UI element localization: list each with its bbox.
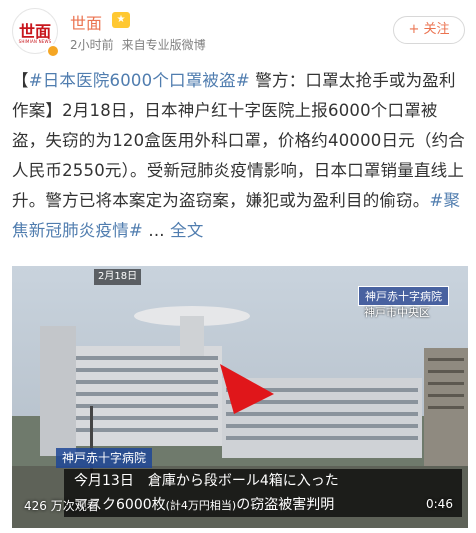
location-caption: 神戸市中央区	[364, 306, 430, 319]
video-player[interactable]: 2月18日 神戸赤十字病院 神戸市中央区 神戸赤十字病院 今月13日 倉庫から段…	[12, 266, 468, 528]
ellipsis: ...	[142, 221, 171, 240]
video-duration: 0:46	[426, 497, 453, 511]
channel-logo: 神戸赤十字病院	[358, 286, 449, 306]
paragraph-text: 2月18日，日本神户红十字医院上报6000个口罩被盗，失窃的为120盒医用外科口…	[12, 101, 465, 210]
account-name[interactable]: 世面	[70, 10, 102, 34]
post-text: 【#日本医院6000个口罩被盗# 警方：口罩太抢手或为盈利作案】2月18日，日本…	[12, 66, 466, 246]
subtitle-line-2: マスク6000枚(計4万円相当)の窃盗被害判明	[64, 493, 462, 517]
vip-badge-icon: ★	[112, 12, 130, 28]
full-text-link[interactable]: 全文	[170, 221, 203, 240]
hospital-label: 神戸赤十字病院	[56, 448, 153, 468]
subtitle-line-2-end: の窃盗被害判明	[236, 497, 335, 513]
bracket-open: 【	[12, 71, 29, 90]
date-stamp: 2月18日	[94, 269, 142, 285]
post-source: 来自专业版微博	[121, 38, 206, 52]
hashtag-link[interactable]: #日本医院6000个口罩被盗#	[29, 71, 250, 90]
post-time: 2小时前	[70, 38, 114, 52]
subtitle-line-1: 今月13日 倉庫から段ボール4箱に入った	[64, 469, 462, 493]
post-meta: 2小时前 来自专业版微博	[70, 36, 206, 53]
subtitle-line-2-small: (計4万円相当)	[165, 499, 237, 512]
post-header: 世面 SHIMIAN NEWS 世面 ★ 2小时前 来自专业版微博 + 关注	[0, 0, 476, 64]
verified-badge-icon	[46, 44, 60, 58]
follow-button[interactable]: + 关注	[393, 16, 465, 44]
view-count: 426 万次观看	[24, 499, 99, 513]
